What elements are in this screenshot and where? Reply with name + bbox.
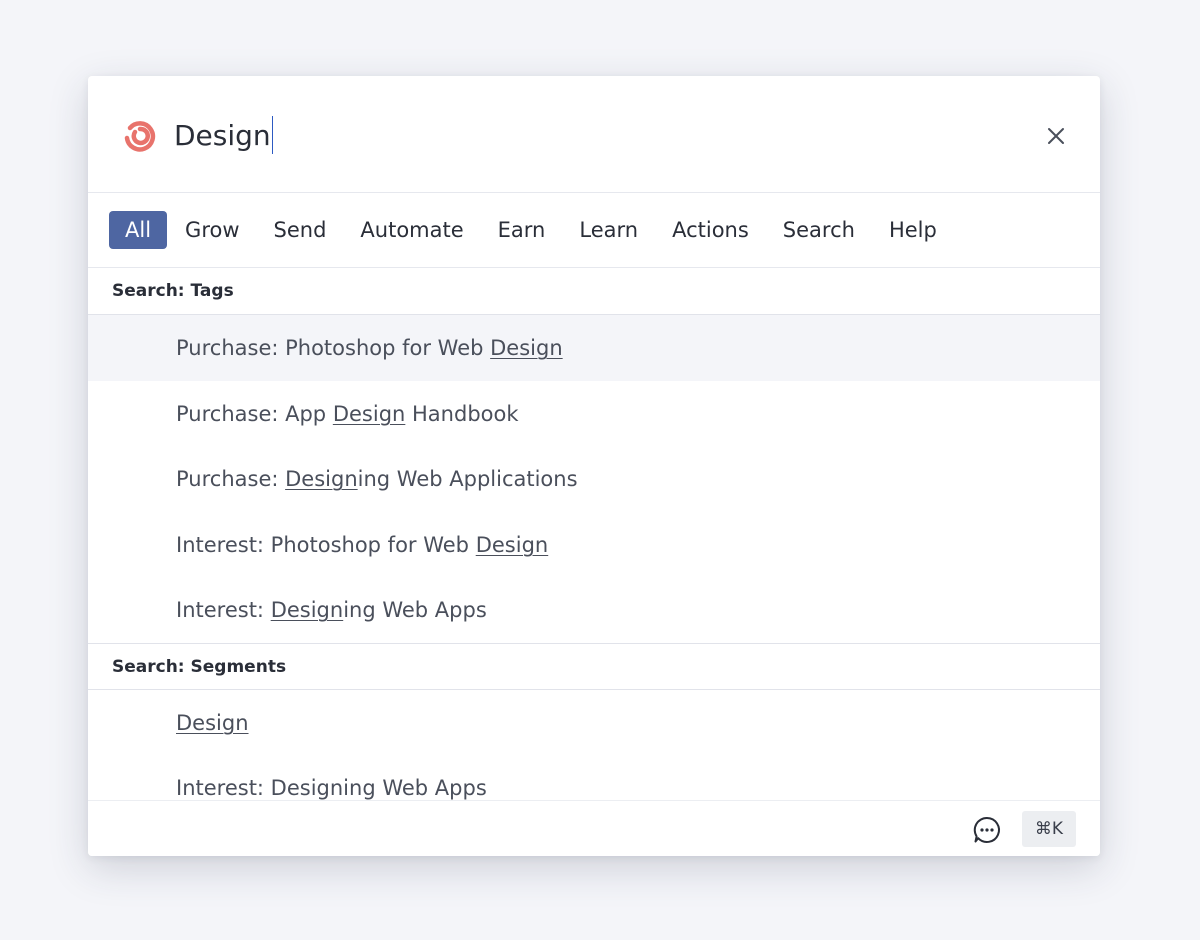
result-match: Design [490,336,563,360]
section-header: Search: Segments [88,642,1100,690]
tab-automate[interactable]: Automate [344,211,479,249]
tab-actions[interactable]: Actions [656,211,765,249]
tab-grow[interactable]: Grow [169,211,255,249]
footer: ⌘K [88,800,1100,856]
result-item[interactable]: Purchase: App Design Handbook [88,381,1100,447]
result-text-before: Interest: Photoshop for Web [176,532,476,557]
tab-search[interactable]: Search [767,211,871,249]
result-item[interactable]: Interest: Designing Web Apps [88,755,1100,801]
close-icon[interactable] [1042,122,1070,150]
result-match: Design [176,710,249,735]
search-input[interactable]: Design [174,114,874,158]
result-text-before: Purchase: Photoshop for Web [176,336,491,360]
keyboard-shortcut-badge[interactable]: ⌘K [1022,811,1076,847]
result-text-after: ing Web Apps [343,598,487,622]
results-list[interactable]: Search: Tags Purchase: Photoshop for Web … [88,268,1100,801]
tab-earn[interactable]: Earn [482,211,562,249]
tab-help[interactable]: Help [873,211,953,249]
result-text-before: Interest: Designing Web Apps [176,776,487,800]
search-header: Design [88,76,1100,193]
tab-learn[interactable]: Learn [563,211,654,249]
convertkit-logo-icon [124,121,156,152]
result-text-after: ing Web Applications [357,467,578,491]
result-text-after: Handbook [405,401,519,426]
result-item[interactable]: Interest: Photoshop for Web Design [88,512,1100,578]
result-item[interactable]: Design [88,690,1100,756]
result-text-before: Purchase: App [176,401,333,426]
result-match: Design [270,598,344,622]
chat-bubble-icon[interactable] [972,815,1002,845]
category-tabs: All Grow Send Automate Earn Learn Actions Searc… [88,193,1100,268]
result-match: Design [475,532,549,557]
result-match: Design [332,401,406,426]
result-text-before: Purchase: [176,467,286,491]
result-item[interactable]: Interest: Designing Web Apps [88,577,1100,643]
result-match: Design [285,467,358,491]
search-value: Design [174,119,271,152]
command-palette: Design All Grow Send Automate Earn Learn Actio… [88,76,1100,856]
section-header: Search: Tags [88,268,1100,315]
tab-all[interactable]: All [109,211,168,249]
result-item[interactable]: Purchase: Photoshop for Web Design [88,315,1100,381]
result-item[interactable]: Purchase: Designing Web Applications [88,446,1100,512]
text-caret [271,116,274,154]
tab-send[interactable]: Send [258,211,343,249]
result-text-before: Interest: [176,598,271,622]
